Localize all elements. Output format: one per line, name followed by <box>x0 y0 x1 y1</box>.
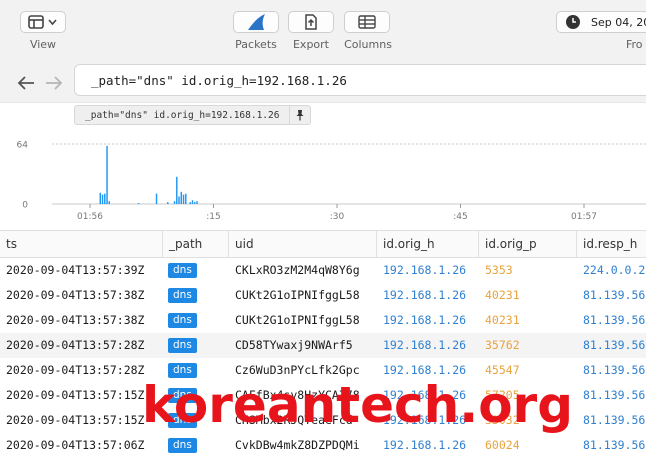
cell-orig-h: 192.168.1.26 <box>383 313 467 327</box>
table-row[interactable]: 2020-09-04T13:57:28Z dns CD58TYwaxj9NWArf5… <box>0 333 646 358</box>
table-header: ts _path uid id.orig_h id.orig_p id.resp… <box>0 230 646 258</box>
histogram-bar[interactable] <box>196 201 198 204</box>
view-label: View <box>29 38 57 51</box>
histogram-chart: 64 0 01:56 :15 :30 :45 01:57 <box>17 141 646 222</box>
cell-resp-h: 81.139.56 <box>583 438 646 452</box>
shark-fin-icon <box>248 14 265 30</box>
cell-orig-p: 35762 <box>485 338 520 352</box>
toolbar: View Packets Export Columns Sep 04, 20 F… <box>0 0 646 62</box>
cell-ts: 2020-09-04T13:57:39Z <box>6 263 145 277</box>
cell-path[interactable]: dns <box>168 338 197 353</box>
cell-orig-h: 192.168.1.26 <box>383 288 467 302</box>
columns-label: Columns <box>344 38 392 51</box>
histogram-bar[interactable] <box>180 191 182 204</box>
histogram-bar[interactable] <box>194 202 196 205</box>
cell-resp-h: 81.139.56 <box>583 388 646 402</box>
x-tick-label: :15 <box>206 212 220 222</box>
histogram-bar[interactable] <box>104 193 106 204</box>
forward-arrow-icon[interactable] <box>44 75 64 91</box>
cell-ts: 2020-09-04T13:57:38Z <box>6 313 145 327</box>
cell-ts: 2020-09-04T13:57:06Z <box>6 438 145 452</box>
clock-icon <box>566 15 580 29</box>
cell-path[interactable]: dns <box>168 288 197 303</box>
cell-orig-p: 5353 <box>485 263 513 277</box>
date-text: Sep 04, 20 <box>591 15 646 29</box>
x-tick-label: 01:56 <box>77 212 103 222</box>
time-from-picker[interactable]: Sep 04, 20 <box>556 11 646 33</box>
cell-uid: CvkDBw4mkZ8DZPDQMi <box>235 438 360 452</box>
histogram-bar[interactable] <box>176 176 178 204</box>
cell-resp-h: 81.139.56 <box>583 413 646 427</box>
pinned-filter-text: _path="dns" id.orig_h=192.168.1.26 <box>85 109 280 121</box>
cell-ts: 2020-09-04T13:57:38Z <box>6 288 145 302</box>
histogram-bar[interactable] <box>173 201 176 204</box>
back-arrow-icon[interactable] <box>16 75 36 91</box>
cell-resp-h: 81.139.56 <box>583 288 646 302</box>
cell-resp-h: 81.139.56 <box>583 313 646 327</box>
cell-resp-h: 81.139.56 <box>583 363 646 377</box>
cell-orig-p: 60024 <box>485 438 520 452</box>
column-header-path[interactable]: _path <box>162 231 228 257</box>
table-row[interactable]: 2020-09-04T13:57:39Z dns CKLxRO3zM2M4qW8Y6… <box>0 258 646 283</box>
cell-path[interactable]: dns <box>168 263 197 278</box>
column-header-orig-h[interactable]: id.orig_h <box>376 231 478 257</box>
cell-resp-h: 81.139.56 <box>583 338 646 352</box>
table-columns-icon <box>358 15 376 29</box>
table-row[interactable]: 2020-09-04T13:57:38Z dns CUKt2G1oIPNIfggL5… <box>0 308 646 333</box>
cell-orig-h: 192.168.1.26 <box>383 438 467 452</box>
pin-icon[interactable] <box>289 106 310 124</box>
histogram-bar[interactable] <box>106 145 108 205</box>
search-input[interactable]: _path="dns" id.orig_h=192.168.1.26 <box>74 64 646 96</box>
table-row[interactable]: 2020-09-04T13:57:06Z dns CvkDBw4mkZ8DZPDQM… <box>0 433 646 458</box>
columns-button[interactable] <box>344 11 390 33</box>
cell-ts: 2020-09-04T13:57:28Z <box>6 338 145 352</box>
export-label: Export <box>292 38 329 51</box>
column-header-resp-h[interactable]: id.resp_h <box>576 231 646 257</box>
cell-path[interactable]: dns <box>168 438 197 453</box>
watermark-text: koreantech.org <box>142 376 574 434</box>
export-icon <box>305 14 317 30</box>
histogram-bar[interactable] <box>167 202 169 205</box>
packets-label: Packets <box>235 38 277 51</box>
cell-ts: 2020-09-04T13:57:15Z <box>6 413 145 427</box>
x-tick-label: :45 <box>453 212 467 222</box>
x-tick-label: :30 <box>330 212 345 222</box>
histogram-bar[interactable] <box>182 194 185 205</box>
pinned-filter[interactable]: _path="dns" id.orig_h=192.168.1.26 <box>74 105 312 125</box>
cell-uid: CUKt2G1oIPNIfggL58 <box>235 288 360 302</box>
cell-orig-p: 40231 <box>485 288 520 302</box>
column-header-uid[interactable]: uid <box>228 231 376 257</box>
layout-icon <box>28 15 57 29</box>
cell-orig-h: 192.168.1.26 <box>383 263 467 277</box>
search-query-text: _path="dns" id.orig_h=192.168.1.26 <box>91 73 347 88</box>
cell-resp-h: 224.0.0.2 <box>583 263 646 277</box>
cell-orig-p: 40231 <box>485 313 520 327</box>
cell-uid: CUKt2G1oIPNIfggL58 <box>235 313 360 327</box>
y-tick-label: 0 <box>22 201 28 211</box>
view-button[interactable] <box>20 11 66 33</box>
histogram-bar[interactable] <box>189 202 191 205</box>
from-label: Fro <box>626 38 643 51</box>
histogram-bar[interactable] <box>155 193 158 204</box>
column-header-orig-p[interactable]: id.orig_p <box>478 231 576 257</box>
cell-ts: 2020-09-04T13:57:28Z <box>6 363 145 377</box>
packets-button[interactable] <box>233 11 279 33</box>
histogram-bar[interactable] <box>108 201 110 204</box>
histogram-bar[interactable] <box>101 194 104 205</box>
cell-ts: 2020-09-04T13:57:15Z <box>6 388 145 402</box>
y-tick-label: 64 <box>17 141 29 151</box>
histogram-bar[interactable] <box>191 200 194 204</box>
x-tick-label: 01:57 <box>571 212 597 222</box>
export-button[interactable] <box>288 11 334 33</box>
column-header-ts[interactable]: ts <box>0 231 162 257</box>
table-row[interactable]: 2020-09-04T13:57:38Z dns CUKt2G1oIPNIfggL5… <box>0 283 646 308</box>
histogram-bar[interactable] <box>178 196 180 205</box>
histogram-bar[interactable] <box>137 203 140 204</box>
cell-uid: CD58TYwaxj9NWArf5 <box>235 338 353 352</box>
histogram-bar[interactable] <box>185 193 187 204</box>
cell-uid: CKLxRO3zM2M4qW8Y6g <box>235 263 360 277</box>
cell-orig-h: 192.168.1.26 <box>383 338 467 352</box>
cell-path[interactable]: dns <box>168 313 197 328</box>
histogram-bar[interactable] <box>99 192 101 204</box>
